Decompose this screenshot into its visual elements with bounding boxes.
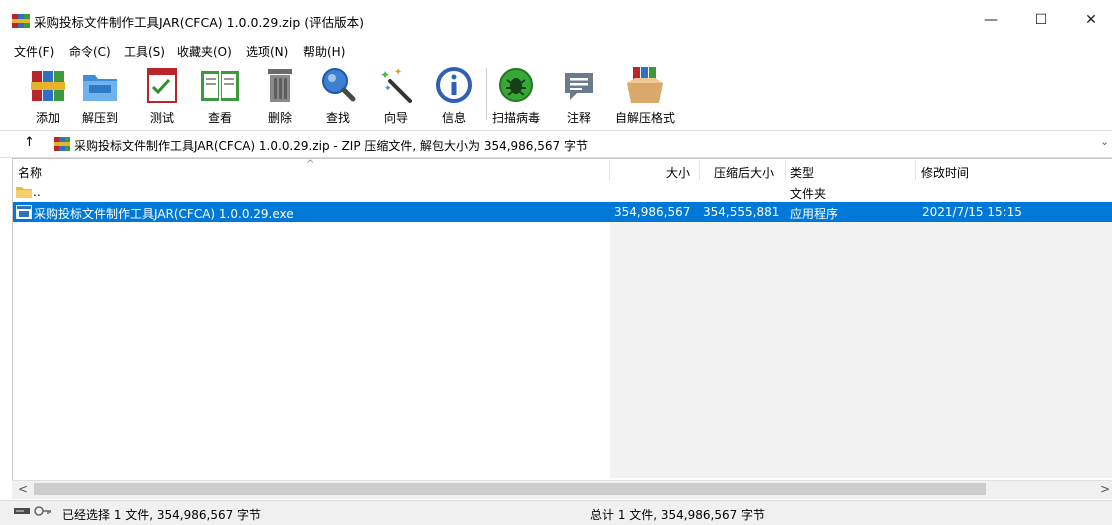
key-icon: [34, 506, 51, 516]
sfx-button[interactable]: 自解压格式: [610, 65, 680, 125]
exe-file-icon: [16, 205, 32, 219]
comment-button[interactable]: 注释: [553, 65, 605, 125]
extract-to-button[interactable]: 解压到: [74, 65, 126, 125]
svg-text:✦: ✦: [384, 84, 392, 94]
scroll-left-icon[interactable]: <: [18, 482, 28, 496]
menu-bar: [0, 40, 1112, 62]
checklist-icon: [147, 68, 177, 103]
info-icon: [436, 67, 472, 103]
delete-button[interactable]: 删除: [254, 65, 306, 125]
comment-icon: [565, 73, 593, 100]
add-button[interactable]: 添加: [22, 65, 74, 125]
table-row-selected[interactable]: 采购投标文件制作工具JAR(CFCA) 1.0.0.29.exe 354,986…: [13, 202, 1112, 222]
up-arrow-icon[interactable]: ↑: [24, 135, 35, 150]
find-button[interactable]: 查找: [312, 65, 364, 125]
status-selected: 已经选择 1 文件, 354,986,567 字节: [62, 508, 262, 522]
address-path[interactable]: 采购投标文件制作工具JAR(CFCA) 1.0.0.29.zip - ZIP 压…: [74, 137, 588, 154]
menu-file[interactable]: 文件(F): [14, 43, 54, 60]
minimize-button[interactable]: —: [968, 0, 1014, 40]
test-label: 测试: [149, 111, 174, 125]
sort-ascending-icon: ^: [306, 159, 315, 170]
column-divider: [915, 160, 916, 180]
comment-label: 注释: [566, 111, 591, 125]
view-button[interactable]: 查看: [194, 65, 246, 125]
delete-label: 删除: [267, 111, 292, 125]
menu-tools[interactable]: 工具(S): [124, 43, 165, 60]
column-header-name[interactable]: 名称: [18, 164, 42, 181]
column-divider: [699, 160, 700, 180]
window-title: 采购投标文件制作工具JAR(CFCA) 1.0.0.29.zip (评估版本): [34, 15, 364, 30]
column-divider: [785, 160, 786, 180]
test-button[interactable]: 测试: [136, 65, 188, 125]
info-label: 信息: [441, 111, 466, 125]
svg-text:✦: ✦: [394, 67, 402, 78]
row-modified: 2021/7/15 15:15: [922, 205, 1022, 219]
row-type: 应用程序: [790, 207, 839, 221]
find-label: 查找: [325, 111, 350, 125]
row-type: 文件夹: [790, 187, 827, 201]
archive-icon: [54, 137, 70, 151]
menu-help[interactable]: 帮助(H): [303, 43, 345, 60]
list-empty-area: [610, 222, 1112, 478]
table-row[interactable]: .. 文件夹: [13, 182, 1112, 202]
wizard-button[interactable]: ✦ ✦ ✦ 向导: [370, 65, 422, 125]
sfx-box-icon: [627, 67, 663, 103]
virus-scan-icon: [499, 68, 533, 102]
winrar-books-icon: [31, 71, 65, 101]
open-book-icon: [201, 71, 239, 101]
title-bar: 采购投标文件制作工具JAR(CFCA) 1.0.0.29.zip (评估版本) …: [0, 0, 1112, 40]
close-button[interactable]: ✕: [1068, 0, 1112, 40]
scroll-right-icon[interactable]: >: [1100, 482, 1110, 496]
magic-wand-icon: ✦ ✦ ✦: [380, 67, 412, 103]
virus-scan-button[interactable]: 扫描病毒: [490, 65, 542, 125]
row-size: 354,986,567: [614, 205, 691, 219]
virus-scan-label: 扫描病毒: [491, 111, 540, 125]
svg-text:✦: ✦: [380, 68, 390, 82]
wizard-label: 向导: [383, 111, 408, 125]
winrar-app-icon: [12, 14, 30, 28]
menu-command[interactable]: 命令(C): [69, 43, 111, 60]
trash-icon: [268, 69, 292, 102]
column-header-packed-size[interactable]: 压缩后大小: [714, 164, 774, 181]
column-header-modified[interactable]: 修改时间: [921, 164, 969, 181]
address-bar: ↑ 采购投标文件制作工具JAR(CFCA) 1.0.0.29.zip - ZIP…: [0, 130, 1112, 158]
address-dropdown-icon[interactable]: ⌄: [1100, 135, 1109, 148]
folder-icon: [83, 75, 117, 101]
maximize-button[interactable]: ☐: [1018, 0, 1064, 40]
folder-icon: [16, 187, 32, 198]
info-button[interactable]: 信息: [428, 65, 480, 125]
menu-options[interactable]: 选项(N): [246, 43, 288, 60]
column-header-size[interactable]: 大小: [666, 164, 690, 181]
drive-icon: [14, 508, 30, 514]
menu-favorites[interactable]: 收藏夹(O): [177, 43, 232, 60]
add-label: 添加: [35, 111, 60, 125]
sfx-label: 自解压格式: [614, 111, 675, 125]
extract-to-label: 解压到: [81, 111, 118, 125]
column-divider: [609, 160, 610, 180]
row-name: ..: [33, 185, 41, 199]
toolbar-separator: [486, 68, 487, 120]
row-name: 采购投标文件制作工具JAR(CFCA) 1.0.0.29.exe: [34, 207, 294, 221]
column-header-type[interactable]: 类型: [790, 164, 814, 181]
scroll-thumb[interactable]: [34, 483, 986, 495]
view-label: 查看: [207, 111, 232, 125]
status-total: 总计 1 文件, 354,986,567 字节: [590, 508, 766, 522]
row-packed-size: 354,555,881: [703, 205, 780, 219]
magnifier-icon: [322, 68, 356, 102]
